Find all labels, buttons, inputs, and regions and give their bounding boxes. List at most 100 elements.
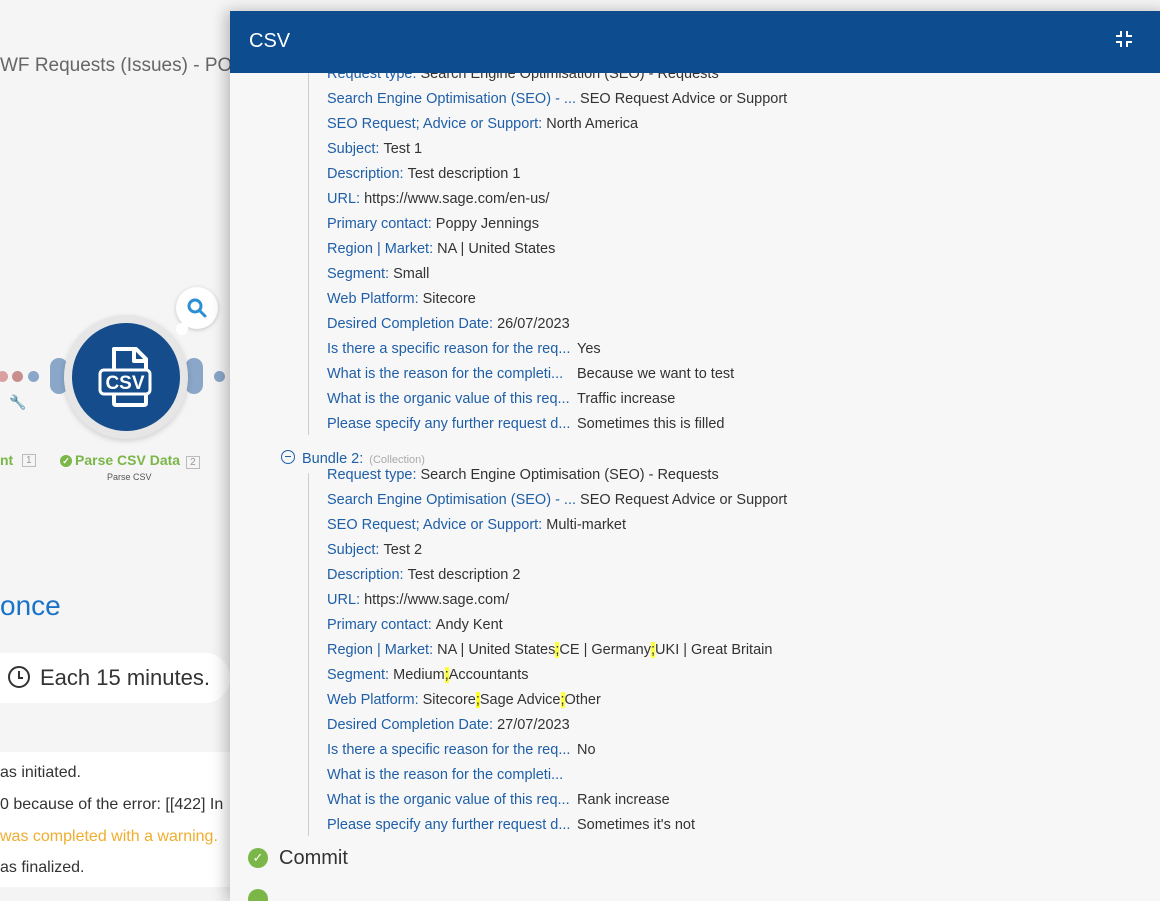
field-row[interactable]: Search Engine Optimisation (SEO) - ... S… xyxy=(327,489,787,511)
value-part: Accountants xyxy=(448,667,529,683)
connector-dot xyxy=(0,371,8,382)
field-row[interactable]: Subject: Test 2 xyxy=(327,539,422,561)
field-row[interactable]: Web Platform: Sitecore xyxy=(327,288,476,310)
field-key: Desired Completion Date: xyxy=(327,316,494,332)
field-key: Request type: xyxy=(327,73,417,82)
prev-module-label: nt xyxy=(0,452,14,468)
value-part: UKI | Great Britain xyxy=(655,642,773,658)
field-key: Segment: xyxy=(327,667,390,683)
clock-icon xyxy=(8,666,30,688)
execution-log: as initiated. 0 because of the error: [[… xyxy=(0,752,235,887)
schedule-text: Each 15 minutes. xyxy=(40,665,210,690)
collapse-icon[interactable] xyxy=(1114,29,1134,49)
run-once-label[interactable]: once xyxy=(0,590,61,622)
field-key: URL: xyxy=(327,592,361,608)
check-icon: ✓ xyxy=(60,455,72,467)
field-value: Sometimes this is filled xyxy=(577,416,725,432)
field-row[interactable]: Search Engine Optimisation (SEO) - ... S… xyxy=(327,88,787,110)
field-key: URL: xyxy=(327,191,361,207)
field-value: North America xyxy=(546,116,639,132)
module-label: ✓ Parse CSV Data 2 xyxy=(60,452,200,469)
field-value: Traffic increase xyxy=(577,391,676,407)
commit-label: Commit xyxy=(279,847,348,869)
csv-module[interactable]: CSV xyxy=(64,315,188,439)
field-value: SEO Request Advice or Support xyxy=(580,91,788,107)
module-label-text: Parse CSV Data xyxy=(75,452,181,468)
wrench-icon[interactable]: 🔧 xyxy=(9,394,26,411)
field-key: What is the reason for the completi... xyxy=(327,366,564,382)
log-line: as initiated. xyxy=(0,764,81,781)
field-value: Test 1 xyxy=(383,141,423,157)
field-row[interactable]: Description: Test description 2 xyxy=(327,564,520,586)
field-row[interactable]: Subject: Test 1 xyxy=(327,138,422,160)
connector-dot xyxy=(28,371,39,382)
field-row[interactable]: Please specify any further request d... S… xyxy=(327,413,724,435)
field-row[interactable]: Desired Completion Date: 27/07/2023 xyxy=(327,714,570,736)
field-row[interactable]: Please specify any further request d... S… xyxy=(327,814,695,836)
field-key: Segment: xyxy=(327,266,390,282)
field-row[interactable]: Desired Completion Date: 26/07/2023 xyxy=(327,313,570,335)
field-key: SEO Request; Advice or Support: xyxy=(327,116,543,132)
field-value: 26/07/2023 xyxy=(497,316,570,332)
field-row[interactable]: Region | Market: NA | United States;CE |… xyxy=(327,639,772,661)
field-row[interactable]: Is there a specific reason for the req..… xyxy=(327,338,601,360)
field-row[interactable]: Segment: Medium;Accountants xyxy=(327,664,529,686)
connector-dot xyxy=(214,371,225,382)
field-row[interactable]: URL: https://www.sage.com/ xyxy=(327,589,509,611)
field-key: Request type: xyxy=(327,467,417,483)
panel-header: CSV xyxy=(230,11,1160,73)
panel-title: CSV xyxy=(249,30,291,52)
field-key: Please specify any further request d... xyxy=(327,817,571,833)
csv-file-icon: CSV xyxy=(98,347,152,407)
log-line: 0 because of the error: [[422] In xyxy=(0,796,224,813)
field-key: Web Platform: xyxy=(327,291,419,307)
field-row[interactable]: SEO Request; Advice or Support: North Am… xyxy=(327,113,638,135)
csv-icon-text: CSV xyxy=(105,373,144,394)
field-value: NA | United States xyxy=(437,241,556,257)
tree-guide xyxy=(308,473,309,836)
field-key: What is the reason for the completi... xyxy=(327,767,564,783)
field-row[interactable]: Segment: Small xyxy=(327,263,429,285)
csv-output-panel: CSV Request type: Search Engine Optimisa… xyxy=(230,11,1160,901)
field-value: https://www.sage.com/ xyxy=(364,592,510,608)
field-row[interactable]: Is there a specific reason for the req..… xyxy=(327,739,596,761)
field-value: Poppy Jennings xyxy=(435,216,539,232)
field-key: What is the organic value of this req... xyxy=(327,792,570,808)
value-part: Medium xyxy=(393,667,445,683)
field-row[interactable]: Primary contact: Andy Kent xyxy=(327,614,503,636)
field-row[interactable]: Primary contact: Poppy Jennings xyxy=(327,213,539,235)
field-key: Region | Market: xyxy=(327,642,434,658)
field-row[interactable]: Request type: Search Engine Optimisation… xyxy=(327,73,719,85)
bubble-tail xyxy=(176,323,188,335)
field-key: What is the organic value of this req... xyxy=(327,391,570,407)
check-circle-icon: ✓ xyxy=(248,848,268,868)
field-value: Test description 1 xyxy=(407,166,521,182)
connector-dot xyxy=(12,371,23,382)
field-row[interactable]: URL: https://www.sage.com/en-us/ xyxy=(327,188,549,210)
field-row[interactable]: Web Platform: Sitecore;Sage Advice;Other xyxy=(327,689,601,711)
field-key: Search Engine Optimisation (SEO) - ... xyxy=(327,492,577,508)
value-part: CE | Germany xyxy=(559,642,652,658)
field-value: NA | United States;CE | Germany;UKI | Gr… xyxy=(437,642,772,658)
field-row[interactable]: What is the reason for the completi... xyxy=(327,764,577,786)
field-value: Sitecore xyxy=(422,291,476,307)
schedule-pill[interactable]: Each 15 minutes. xyxy=(0,653,230,703)
field-key: Region | Market: xyxy=(327,241,434,257)
field-value: Small xyxy=(393,266,430,282)
field-key: Description: xyxy=(327,567,404,583)
field-value: Test 2 xyxy=(383,542,423,558)
field-row[interactable]: Request type: Search Engine Optimisation… xyxy=(327,464,719,486)
panel-body[interactable]: Request type: Search Engine Optimisation… xyxy=(230,73,1160,901)
field-row[interactable]: What is the reason for the completi... Be… xyxy=(327,363,734,385)
field-row[interactable]: Description: Test description 1 xyxy=(327,163,520,185)
field-value: Rank increase xyxy=(577,792,670,808)
field-row[interactable]: SEO Request; Advice or Support: Multi-ma… xyxy=(327,514,626,536)
collapse-minus-icon xyxy=(281,450,295,464)
field-row[interactable]: Region | Market: NA | United States xyxy=(327,238,555,260)
field-key: SEO Request; Advice or Support: xyxy=(327,517,543,533)
field-row[interactable]: What is the organic value of this req...… xyxy=(327,388,675,410)
commit-row: ✓ Commit xyxy=(248,847,348,870)
field-row[interactable]: What is the organic value of this req...… xyxy=(327,789,670,811)
value-part: NA | United States xyxy=(437,642,556,658)
field-key: Primary contact: xyxy=(327,216,432,232)
